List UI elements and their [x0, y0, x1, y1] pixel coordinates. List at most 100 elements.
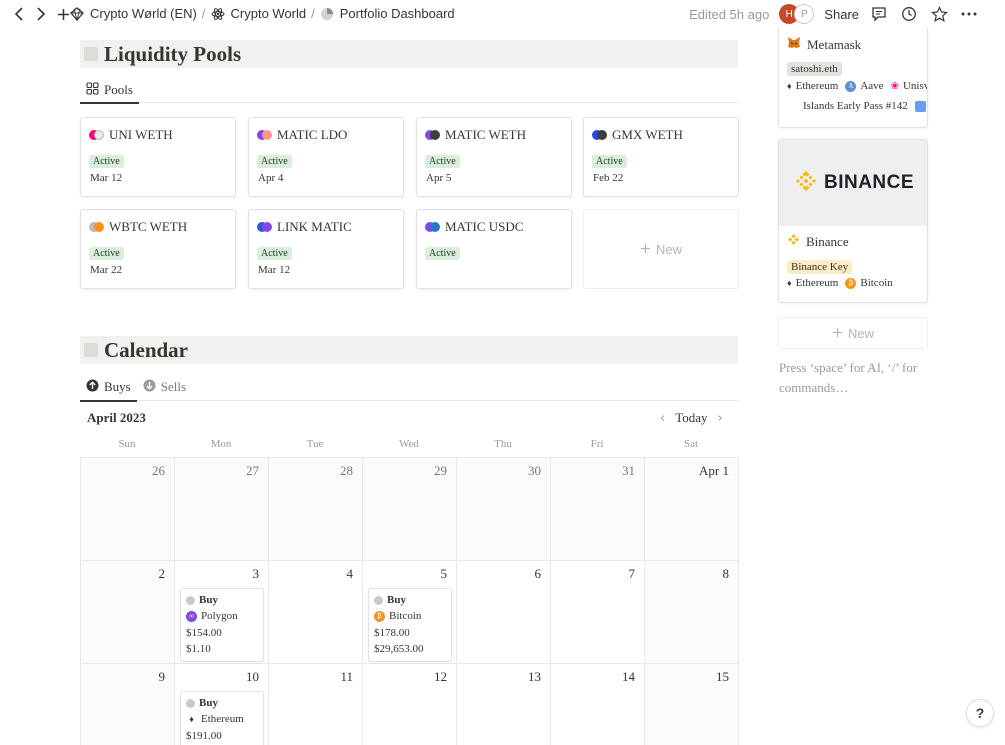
status-badge: Active [425, 247, 460, 260]
more-options-icon[interactable] [959, 4, 979, 24]
uni-weth-pair-icon [89, 129, 104, 141]
status-badge: Active [257, 155, 292, 168]
liquidity-pools-heading: Liquidity Pools [80, 40, 738, 68]
top-actions: Edited 5h ago H P Share [689, 4, 979, 24]
calendar-day[interactable]: 26 [81, 458, 175, 561]
calendar-day[interactable]: 15 [645, 664, 739, 745]
pool-date: Mar 12 [258, 264, 291, 276]
calendar-day[interactable]: 28 [269, 458, 363, 561]
weekday-header: Fri [590, 438, 604, 450]
calendar-day[interactable]: 8 [645, 561, 739, 664]
calendar-day[interactable]: 9 [81, 664, 175, 745]
wallet-card-binance[interactable]: BINANCE Binance Binance Key ♦ Ethereum ₿… [778, 139, 928, 303]
bitcoin-icon: ₿ [845, 277, 857, 289]
breadcrumb-item-crypto-world[interactable]: Crypto World [211, 6, 306, 21]
pool-date: Mar 12 [90, 172, 123, 184]
binance-cover-image: BINANCE [779, 140, 927, 226]
matic-weth-pair-icon [425, 129, 440, 141]
collaborator-avatars[interactable]: H P [779, 4, 815, 24]
new-wallet-button[interactable]: New [778, 317, 928, 349]
forward-icon[interactable] [32, 4, 50, 24]
editor-placeholder[interactable]: Press ‘space’ for AI, ‘/’ for commands… [779, 358, 939, 398]
calendar-day[interactable]: 30 [457, 458, 551, 561]
calendar-day[interactable]: 7 [551, 561, 645, 664]
pool-card-uni-weth[interactable]: UNI WETH Active Mar 12 [80, 117, 236, 197]
link-matic-pair-icon [257, 221, 272, 233]
share-button[interactable]: Share [824, 7, 859, 22]
breadcrumb-separator: / [311, 6, 315, 21]
pool-date: Apr 4 [258, 172, 284, 184]
pool-name: WBTC WETH [109, 219, 188, 234]
calendar-day[interactable]: Apr 1 [645, 458, 739, 561]
calendar-event-card[interactable]: Buy ₿ Bitcoin $178.00 $29,653.00 [368, 588, 452, 662]
matic-usdc-pair-icon [425, 221, 440, 233]
calendar-day[interactable]: 11 [269, 664, 363, 745]
calendar-event-card[interactable]: Buy ♦ Ethereum $191.00 [180, 691, 264, 745]
aave-icon: A [845, 80, 857, 92]
tab-sells[interactable]: Sells [137, 373, 192, 401]
star-favorite-icon[interactable] [929, 4, 949, 24]
uniswap-icon: ❀ [890, 80, 899, 92]
pool-card-matic-usdc[interactable]: MATIC USDC Active [416, 209, 572, 289]
gallery-grid-icon [86, 81, 99, 99]
calendar-day[interactable]: 6 [457, 561, 551, 664]
weekday-header: Wed [399, 438, 419, 450]
today-button[interactable]: Today [675, 410, 707, 426]
pool-card-matic-ldo[interactable]: MATIC LDO Active Apr 4 [248, 117, 404, 197]
chevron-right-icon[interactable]: › [718, 411, 723, 426]
pools-view-tabs: Pools [80, 77, 738, 104]
wallet-name: Binance [806, 233, 849, 249]
pool-date: Apr 5 [426, 172, 452, 184]
atom-icon [211, 7, 225, 21]
calendar-heading: Calendar [80, 336, 738, 364]
matic-ldo-pair-icon [257, 129, 272, 141]
chevron-left-icon[interactable]: ‹ [660, 411, 665, 426]
calendar-day[interactable]: 12 [363, 664, 457, 745]
new-pool-button[interactable]: New [583, 209, 739, 289]
ethereum-coin-icon: ♦ [186, 714, 197, 726]
weekday-header: Sun [118, 438, 136, 450]
calendar-day[interactable]: 4 [269, 561, 363, 664]
breadcrumb-item-portfolio-dashboard[interactable]: Portfolio Dashboard [320, 6, 455, 21]
bitcoin-coin-icon: ₿ [374, 611, 385, 623]
calendar-day[interactable]: 3 Buy ∞ Polygon $154.00 $1.10 [175, 561, 269, 664]
history-clock-icon[interactable] [899, 4, 919, 24]
calendar-day[interactable]: 31 [551, 458, 645, 561]
pool-card-matic-weth[interactable]: MATIC WETH Active Apr 5 [416, 117, 572, 197]
binance-logo-text: BINANCE [823, 172, 915, 193]
arrow-down-circle-icon [143, 379, 156, 396]
calendar-day[interactable]: 14 [551, 664, 645, 745]
arrow-up-circle-icon [86, 379, 99, 396]
weekday-header: Tue [306, 438, 324, 450]
wallet-card-metamask[interactable]: Metamask satoshi.eth ♦ Ethereum A Aave ❀… [778, 28, 928, 128]
callout-square-icon [84, 343, 98, 357]
calendar-grid: 26 27 28 29 30 31 Apr 1 2 3 Buy ∞ Polygon… [80, 457, 739, 745]
tab-pools[interactable]: Pools [80, 77, 139, 104]
help-button[interactable]: ? [966, 699, 994, 727]
calendar-day[interactable]: 2 [81, 561, 175, 664]
pool-card-wbtc-weth[interactable]: WBTC WETH Active Mar 22 [80, 209, 236, 289]
comment-icon[interactable] [869, 4, 889, 24]
avatar[interactable]: P [794, 4, 815, 24]
calendar-day[interactable]: 29 [363, 458, 457, 561]
pool-card-gmx-weth[interactable]: GMX WETH Active Feb 22 [583, 117, 739, 197]
event-amount: $191.00 [186, 729, 222, 742]
ethereum-icon: ♦ [787, 278, 792, 288]
back-icon[interactable] [10, 4, 28, 24]
weekday-header: Sat [683, 438, 699, 450]
section-title: Calendar [104, 337, 188, 362]
tab-buys[interactable]: Buys [80, 373, 137, 402]
metamask-fox-icon [787, 36, 801, 53]
pool-card-link-matic[interactable]: LINK MATIC Active Mar 12 [248, 209, 404, 289]
calendar-navigation: ‹ Today › [660, 410, 723, 426]
ethereum-icon: ♦ [787, 81, 792, 91]
calendar-day[interactable]: 10 Buy ♦ Ethereum $191.00 [175, 664, 269, 745]
calendar-event-card[interactable]: Buy ∞ Polygon $154.00 $1.10 [180, 588, 264, 662]
breadcrumb-item-workspace[interactable]: Crypto Wørld (EN) [70, 6, 197, 22]
wbtc-weth-pair-icon [89, 221, 104, 233]
calendar-day[interactable]: 5 Buy ₿ Bitcoin $178.00 $29,653.00 [363, 561, 457, 664]
calendar-day[interactable]: 13 [457, 664, 551, 745]
pie-chart-icon [320, 7, 334, 21]
top-bar: Crypto Wørld (EN) / Crypto World / Portf… [0, 0, 1005, 28]
calendar-day[interactable]: 27 [175, 458, 269, 561]
